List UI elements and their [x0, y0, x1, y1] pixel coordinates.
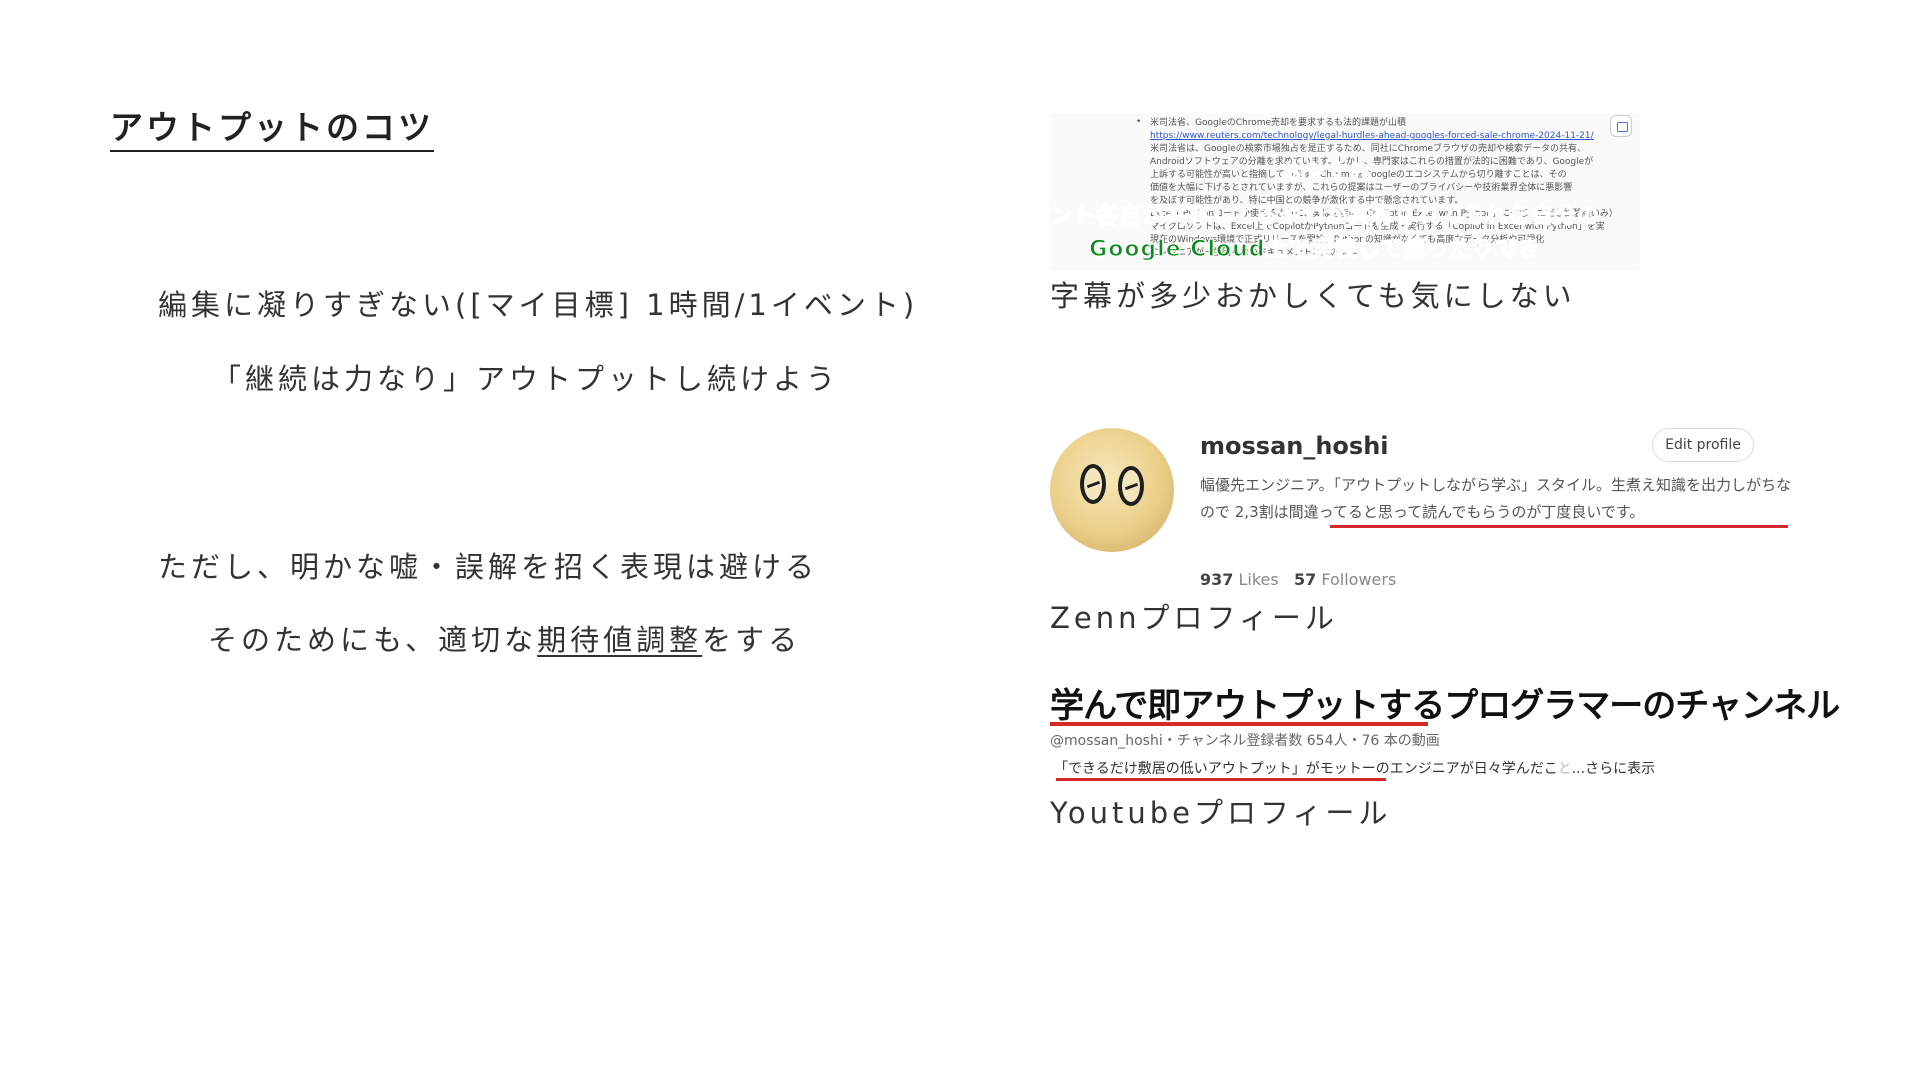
youtube-desc-fade: と	[1557, 761, 1572, 777]
image-icon	[1610, 115, 1632, 137]
tip-no-over-editing: 編集に凝りすぎない([マイ目標] 1時間/1イベント)	[158, 288, 919, 322]
article-line: 米司法省は、Googleの検索市場独占を是正するため、同社にChromeブラウザ…	[1150, 144, 1587, 154]
zenn-bio: 幅優先エンジニア。「アウトプットしながら学ぶ」スタイル。生煮え知識を出力しがちな…	[1200, 476, 1792, 521]
followers-count: 57	[1294, 570, 1317, 589]
youtube-channel-meta: @mossan_hoshi・チャンネル登録者数 654人・76 本の動画	[1050, 733, 1440, 749]
bullet-icon: •	[1136, 117, 1142, 127]
followers-label: Followers	[1321, 570, 1397, 589]
slide: アウトプットのコツ 編集に凝りすぎない([マイ目標] 1時間/1イベント) 「継…	[0, 0, 1920, 1080]
tip-avoid-misleading: ただし、明かな嘘・誤解を招く表現は避ける	[158, 550, 819, 584]
youtube-more-link[interactable]: ...さらに表示	[1572, 761, 1655, 777]
caption-zenn: Zennプロフィール	[1050, 601, 1338, 635]
zenn-profile-screenshot: mossan_hoshi Edit profile 幅優先エンジニア。「アウトプ…	[1048, 428, 1808, 593]
caption-subtitle: 字幕が多少おかしくても気にしない	[1050, 279, 1576, 313]
red-underline	[1330, 525, 1788, 528]
article-line: 米司法省、GoogleのChrome売却を要求するも法的課題が山積	[1150, 118, 1407, 128]
zenn-stats: 937 Likes 57 Followers	[1200, 570, 1396, 589]
likes-label: Likes	[1238, 570, 1279, 589]
article-link: https://www.reuters.com/technology/legal…	[1150, 131, 1594, 141]
tip4-suffix: をする	[702, 623, 802, 657]
article-line: 価値を大幅に下げるとされていますが、これらの提案はユーザーのプライバシーや技術業…	[1150, 183, 1573, 193]
likes-count: 937	[1200, 570, 1234, 589]
caption-youtube: Youtubeプロフィール	[1050, 796, 1392, 830]
zenn-username: mossan_hoshi	[1200, 432, 1389, 460]
avatar-eye-right	[1118, 466, 1144, 506]
avatar-eye-left	[1080, 464, 1106, 504]
subtitle-top: おやすみ	[1279, 161, 1373, 187]
article-line: 上訴する可能性が高いと指摘しています。ChromeをGoogleのエコシステムか…	[1150, 170, 1567, 180]
edit-profile-button[interactable]: Edit profile	[1652, 428, 1754, 462]
subtitle-screenshot: • 米司法省、GoogleのChrome売却を要求するも法的課題が山積 http…	[1050, 113, 1640, 271]
tip-expectation-adjustment: そのためにも、適切な期待値調整をする	[208, 617, 801, 659]
youtube-desc-text: 「できるだけ敷居の低いアウトプット」がモットーのエンジニアが日々学んだこ	[1054, 761, 1558, 777]
subtitle-line-2: Google Cloud上で実装して使ったりでき	[1089, 236, 1541, 262]
tip-keep-going: 「継続は力なり」アウトプットし続けよう	[212, 362, 840, 396]
youtube-channel-title: 学んで即アウトプットするプログラマーのチャンネル	[1050, 686, 1840, 726]
slide-title: アウトプットのコツ	[110, 108, 434, 152]
youtube-profile-screenshot: 学んで即アウトプットするプログラマーのチャンネル @mossan_hoshi・チ…	[1050, 678, 1910, 788]
avatar	[1050, 428, 1174, 552]
subtitle-line-1: ント各自が共有してるやつが共有されてそれを自分の	[1050, 203, 1601, 229]
tip4-underlined: 期待値調整	[537, 623, 703, 657]
youtube-channel-desc: 「できるだけ敷居の低いアウトプット」がモットーのエンジニアが日々学んだこと...…	[1054, 758, 1655, 778]
tip4-prefix: そのためにも、適切な	[208, 623, 538, 657]
red-underline	[1050, 722, 1428, 726]
article-line: Androidソフトウェアの分離を求めています。しかし、専門家はこれらの措置が法…	[1150, 157, 1594, 167]
red-underline	[1056, 778, 1386, 781]
